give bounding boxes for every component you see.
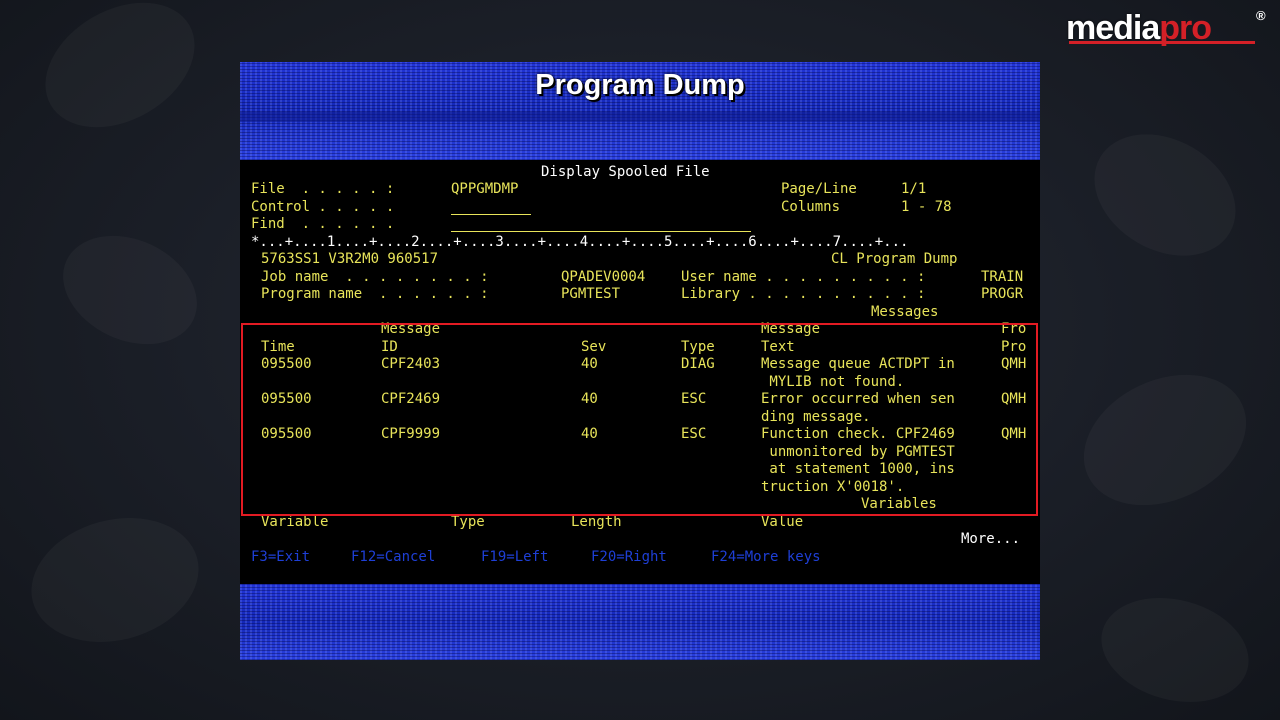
mediapro-logo: mediapro ® bbox=[1066, 8, 1266, 47]
background-decoration bbox=[1063, 350, 1268, 531]
control-input[interactable] bbox=[451, 214, 531, 215]
background-decoration bbox=[45, 215, 214, 365]
fkey-exit[interactable]: F3=Exit bbox=[251, 549, 310, 566]
columns-label: Columns bbox=[781, 199, 841, 215]
user-name-value: TRAIN bbox=[981, 269, 1024, 285]
screen-header: Display Spooled File bbox=[541, 164, 710, 180]
columns-value: 1 - 78 bbox=[901, 199, 952, 215]
page-line-value: 1/1 bbox=[901, 181, 927, 197]
job-name-label: Job name . . . . . . . . : bbox=[261, 269, 489, 285]
user-name-label: User name . . . . . . . . . : bbox=[681, 269, 926, 285]
file-label: File . . . . . : bbox=[251, 181, 395, 197]
system-id: 5763SS1 V3R2M0 960517 bbox=[261, 251, 439, 267]
var-col-type: Type bbox=[451, 514, 485, 530]
library-label: Library . . . . . . . . . . : bbox=[681, 286, 926, 302]
bottom-band bbox=[240, 584, 1040, 660]
messages-highlight-box bbox=[241, 323, 1038, 516]
report-title: CL Program Dump bbox=[831, 251, 958, 267]
job-name-value: QPADEV0004 bbox=[561, 269, 646, 285]
var-col-variable: Variable bbox=[261, 514, 329, 530]
control-label: Control . . . . . bbox=[251, 199, 395, 215]
background-decoration bbox=[1090, 582, 1261, 717]
fkey-left[interactable]: F19=Left bbox=[481, 549, 548, 566]
fkey-cancel[interactable]: F12=Cancel bbox=[351, 549, 435, 566]
file-value: QPPGMDMP bbox=[451, 181, 519, 197]
library-value: PROGR bbox=[981, 286, 1024, 302]
slide-title: Program Dump bbox=[535, 69, 745, 101]
column-ruler: *...+....1....+....2....+....3....+....4… bbox=[251, 234, 909, 250]
var-col-length: Length bbox=[571, 514, 622, 530]
page-line-label: Page/Line bbox=[781, 181, 857, 197]
background-decoration bbox=[23, 0, 217, 153]
program-name-label: Program name . . . . . . : bbox=[261, 286, 489, 302]
find-input[interactable] bbox=[451, 231, 751, 232]
find-label: Find . . . . . . bbox=[251, 216, 395, 232]
program-name-value: PGMTEST bbox=[561, 286, 621, 302]
messages-heading: Messages bbox=[871, 304, 939, 320]
var-col-value: Value bbox=[761, 514, 804, 530]
background-decoration bbox=[17, 500, 212, 660]
fkey-right[interactable]: F20=Right bbox=[591, 549, 667, 566]
background-decoration bbox=[1073, 110, 1258, 280]
more-indicator: More... bbox=[961, 531, 1021, 547]
fkey-more-keys[interactable]: F24=More keys bbox=[711, 549, 821, 566]
